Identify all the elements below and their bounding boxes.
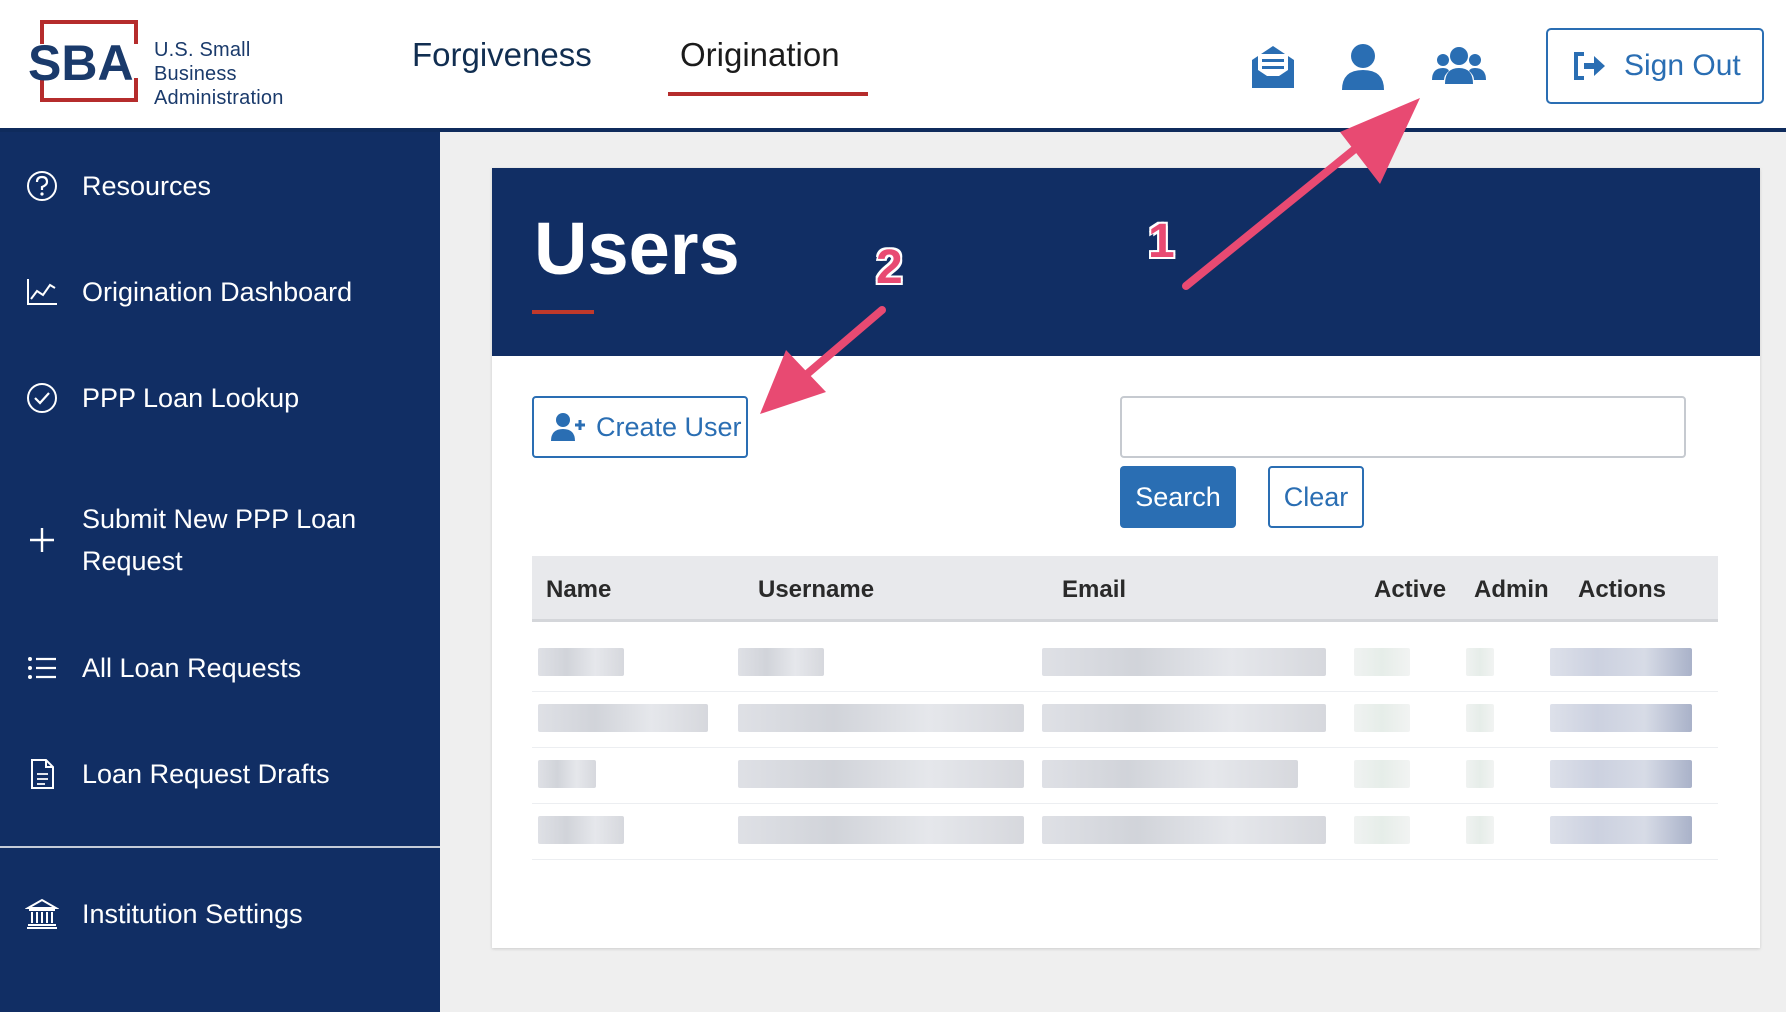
nav-tab-forgiveness[interactable]: Forgiveness (400, 24, 604, 96)
sidebar-item-label: Institution Settings (82, 899, 303, 929)
redacted-cell (538, 816, 624, 844)
redacted-cell (738, 760, 1024, 788)
redacted-cell (1354, 816, 1410, 844)
redacted-cell (1354, 760, 1410, 788)
create-user-button[interactable]: Create User (532, 396, 748, 458)
sidebar-item-ppp-loan-lookup[interactable]: PPP Loan Lookup (0, 366, 440, 430)
annotation-step-1: 1 (1148, 215, 1175, 268)
table-row[interactable] (532, 692, 1718, 748)
sidebar-item-label: All Loan Requests (82, 653, 302, 683)
redacted-cell (1550, 704, 1692, 732)
sidebar-item-submit-new-ppp-loan-request[interactable]: Submit New PPP Loan Request (0, 492, 440, 588)
table-row[interactable] (532, 748, 1718, 804)
sidebar-item-label: PPP Loan Lookup (82, 383, 300, 413)
card-header: Users (492, 168, 1760, 356)
redacted-cell (738, 704, 1024, 732)
title-underline (532, 310, 594, 314)
messages-icon[interactable] (1246, 40, 1300, 94)
redacted-cell (1550, 816, 1692, 844)
sidebar-item-all-loan-requests[interactable]: All Loan Requests (0, 636, 440, 700)
annotation-step-2: 2 (876, 241, 903, 294)
sidebar-item-loan-request-drafts[interactable]: Loan Request Drafts (0, 742, 440, 806)
table-row[interactable] (532, 636, 1718, 692)
search-button[interactable]: Search (1120, 466, 1236, 528)
sba-logo[interactable]: SBA U.S. Small Business Administration (28, 18, 338, 109)
redacted-cell (538, 760, 596, 788)
sidebar-item-origination-dashboard[interactable]: Origination Dashboard (0, 260, 440, 324)
redacted-cell (1354, 704, 1410, 732)
sidebar-divider (0, 846, 440, 848)
redacted-cell (1466, 760, 1494, 788)
chart-line-icon (24, 274, 60, 310)
users-table-header: Name Username Email Active Admin Actions (532, 556, 1718, 622)
sidebar-item-label: Loan Request Drafts (82, 759, 330, 789)
redacted-cell (738, 648, 824, 676)
search-input[interactable] (1120, 396, 1686, 458)
users-table-body (532, 636, 1718, 876)
redacted-cell (1466, 648, 1494, 676)
sidebar-item-label: Origination Dashboard (82, 277, 353, 307)
column-header-name[interactable]: Name (546, 576, 611, 604)
sign-out-button[interactable]: Sign Out (1546, 28, 1764, 104)
bank-icon (24, 896, 60, 932)
redacted-cell (1550, 760, 1692, 788)
redacted-cell (1042, 648, 1326, 676)
sidebar: Resources Origination Dashboard PPP Loan… (0, 132, 440, 1012)
column-header-admin[interactable]: Admin (1474, 576, 1549, 604)
clear-button[interactable]: Clear (1268, 466, 1364, 528)
redacted-cell (538, 648, 624, 676)
table-row[interactable] (532, 804, 1718, 860)
sign-out-label: Sign Out (1624, 49, 1741, 82)
redacted-cell (1466, 816, 1494, 844)
sidebar-item-label: Resources (82, 171, 212, 201)
sign-out-icon (1574, 52, 1605, 80)
list-icon (24, 650, 60, 686)
redacted-cell (538, 704, 708, 732)
sidebar-item-resources[interactable]: Resources (0, 154, 440, 218)
column-header-active[interactable]: Active (1374, 576, 1446, 604)
redacted-cell (1042, 760, 1298, 788)
sidebar-item-institution-settings[interactable]: Institution Settings (0, 882, 440, 946)
nav-tab-origination[interactable]: Origination (668, 24, 868, 96)
redacted-cell (1042, 816, 1326, 844)
page-title: Users (534, 207, 740, 290)
column-header-username[interactable]: Username (758, 576, 874, 604)
question-circle-icon (24, 168, 60, 204)
sidebar-item-label: Submit New PPP Loan Request (82, 504, 357, 576)
column-header-actions[interactable]: Actions (1578, 576, 1666, 604)
sba-logo-mark: SBA (28, 20, 140, 102)
plus-icon (24, 522, 60, 558)
svg-text:SBA: SBA (28, 35, 134, 91)
redacted-cell (1466, 704, 1494, 732)
agency-name-line1: U.S. Small Business (154, 39, 251, 85)
redacted-cell (738, 816, 1024, 844)
top-header: SBA U.S. Small Business Administration F… (0, 0, 1786, 132)
create-user-label: Create User (596, 411, 742, 442)
users-icon[interactable] (1432, 40, 1486, 94)
column-header-email[interactable]: Email (1062, 576, 1126, 604)
users-card: Users Create User Search Clear Name User… (492, 168, 1760, 948)
redacted-cell (1354, 648, 1410, 676)
user-icon[interactable] (1336, 40, 1390, 94)
agency-name: U.S. Small Business Administration (154, 38, 338, 110)
user-plus-icon (551, 413, 585, 441)
agency-name-line2: Administration (154, 87, 284, 109)
check-circle-icon (24, 380, 60, 416)
redacted-cell (1550, 648, 1692, 676)
document-icon (24, 756, 60, 792)
redacted-cell (1042, 704, 1326, 732)
